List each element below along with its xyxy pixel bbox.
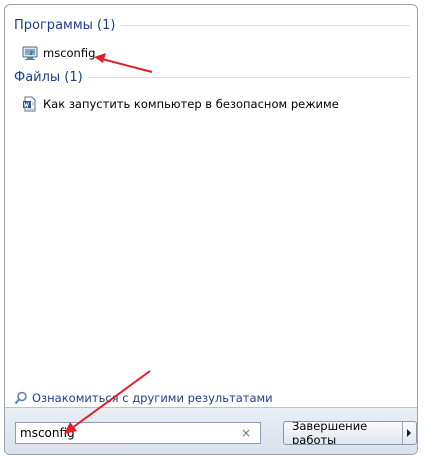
clear-icon[interactable]: × (238, 425, 254, 441)
msconfig-icon (22, 46, 38, 60)
result-item-msconfig[interactable]: msconfig (22, 44, 95, 62)
see-more-label: Ознакомиться с другими результатами (32, 391, 273, 405)
search-results: Программы (1) msconfig Файлы (1) Как зап… (6, 6, 416, 408)
word-document-icon (23, 96, 36, 112)
see-more-results-link[interactable]: Ознакомиться с другими результатами (14, 391, 273, 405)
group-divider (88, 77, 410, 78)
start-menu-panel: Программы (1) msconfig Файлы (1) Как зап… (4, 4, 418, 455)
shutdown-button-group: Завершение работы (283, 421, 417, 445)
result-item-label: msconfig (43, 46, 96, 60)
group-divider (121, 25, 410, 26)
shutdown-button[interactable]: Завершение работы (284, 422, 403, 444)
search-icon (14, 391, 27, 405)
shutdown-options-button[interactable] (403, 422, 416, 444)
bottom-bar: × Завершение работы (5, 407, 417, 454)
group-header-programs[interactable]: Программы (1) (14, 18, 410, 33)
result-item-label: Как запустить компьютер в безопасном реж… (43, 97, 339, 111)
group-header-files[interactable]: Файлы (1) (14, 70, 410, 85)
search-input[interactable] (16, 424, 238, 442)
result-item-document[interactable]: Как запустить компьютер в безопасном реж… (22, 95, 339, 113)
chevron-right-icon (407, 429, 412, 437)
group-header-programs-label: Программы (1) (14, 18, 116, 33)
search-box[interactable]: × (15, 422, 261, 444)
group-header-files-label: Файлы (1) (14, 70, 83, 85)
